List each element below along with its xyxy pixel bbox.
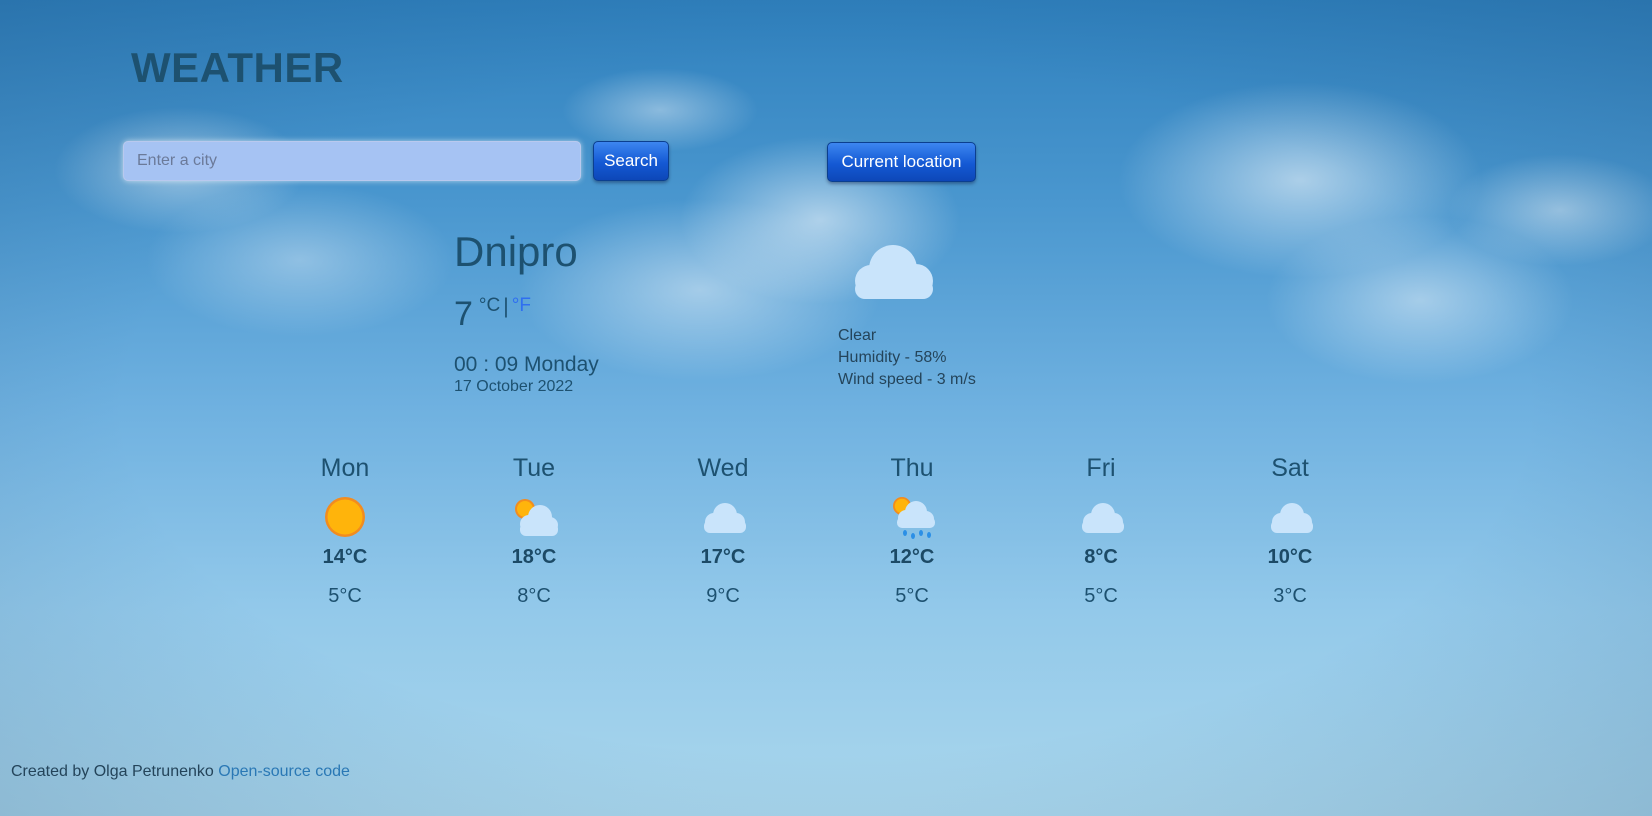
forecast-day: Thu 12°C 5°C xyxy=(852,452,972,608)
unit-separator: | xyxy=(503,295,509,318)
fahrenheit-unit-link[interactable]: °F xyxy=(512,295,531,316)
cloud-icon xyxy=(1082,503,1124,533)
forecast-max-temp: 17°C xyxy=(700,546,746,568)
forecast-min-temp: 3°C xyxy=(1273,585,1307,607)
forecast-min-temp: 9°C xyxy=(706,585,740,607)
celsius-unit-link[interactable]: °C xyxy=(479,295,500,316)
wind-speed-text: Wind speed - 3 m/s xyxy=(838,371,976,388)
forecast-max-temp: 12°C xyxy=(889,546,935,568)
temperature-value: 7 xyxy=(454,295,473,333)
forecast-list: Mon 14°C 5°C Tue 18°C 8°C Wed 17°C 9°C T… xyxy=(250,452,1390,622)
forecast-min-temp: 5°C xyxy=(328,585,362,607)
cloud-icon xyxy=(855,245,933,299)
source-code-link[interactable]: Open-source code xyxy=(218,763,350,780)
forecast-day: Wed 17°C 9°C xyxy=(663,452,783,608)
forecast-day: Tue 18°C 8°C xyxy=(474,452,594,608)
background-vignette xyxy=(0,0,1652,816)
city-name: Dnipro xyxy=(454,228,578,275)
cloud-icon xyxy=(704,503,746,533)
sun-cloud-icon xyxy=(515,499,558,536)
forecast-day: Sat 10°C 3°C xyxy=(1230,452,1350,608)
sun-icon xyxy=(325,497,365,537)
forecast-day-name: Tue xyxy=(512,454,556,482)
forecast-max-temp: 18°C xyxy=(511,546,557,568)
weather-details: Clear Humidity - 58% Wind speed - 3 m/s xyxy=(838,325,976,391)
current-date: 17 October 2022 xyxy=(454,378,574,395)
forecast-min-temp: 8°C xyxy=(517,585,551,607)
current-temperature: 7 °C | °F xyxy=(454,295,531,334)
footer: Created by Olga Petrunenko Open-source c… xyxy=(11,763,350,781)
forecast-max-temp: 8°C xyxy=(1084,546,1118,568)
search-input[interactable] xyxy=(123,141,581,181)
forecast-day-name: Wed xyxy=(697,454,749,482)
forecast-min-temp: 5°C xyxy=(1084,585,1118,607)
weather-description: Clear xyxy=(838,327,877,344)
forecast-day-name: Thu xyxy=(890,454,934,482)
forecast-max-temp: 14°C xyxy=(322,546,368,568)
current-time: 00 : 09 Monday xyxy=(454,353,599,376)
forecast-day-name: Mon xyxy=(320,454,370,482)
sun-rain-icon xyxy=(893,497,935,539)
humidity-text: Humidity - 58% xyxy=(838,349,947,366)
current-location-button[interactable]: Current location xyxy=(827,142,976,182)
forecast-day-name: Sat xyxy=(1271,454,1309,482)
forecast-min-temp: 5°C xyxy=(895,585,929,607)
forecast-day: Mon 14°C 5°C xyxy=(285,452,405,608)
footer-credit: Created by Olga Petrunenko xyxy=(11,763,214,780)
forecast-day: Fri 8°C 5°C xyxy=(1041,452,1161,608)
forecast-day-name: Fri xyxy=(1086,454,1116,482)
forecast-max-temp: 10°C xyxy=(1267,546,1313,568)
search-button[interactable]: Search xyxy=(593,141,669,181)
cloud-icon xyxy=(1271,503,1313,533)
app-title: WEATHER xyxy=(131,44,344,91)
